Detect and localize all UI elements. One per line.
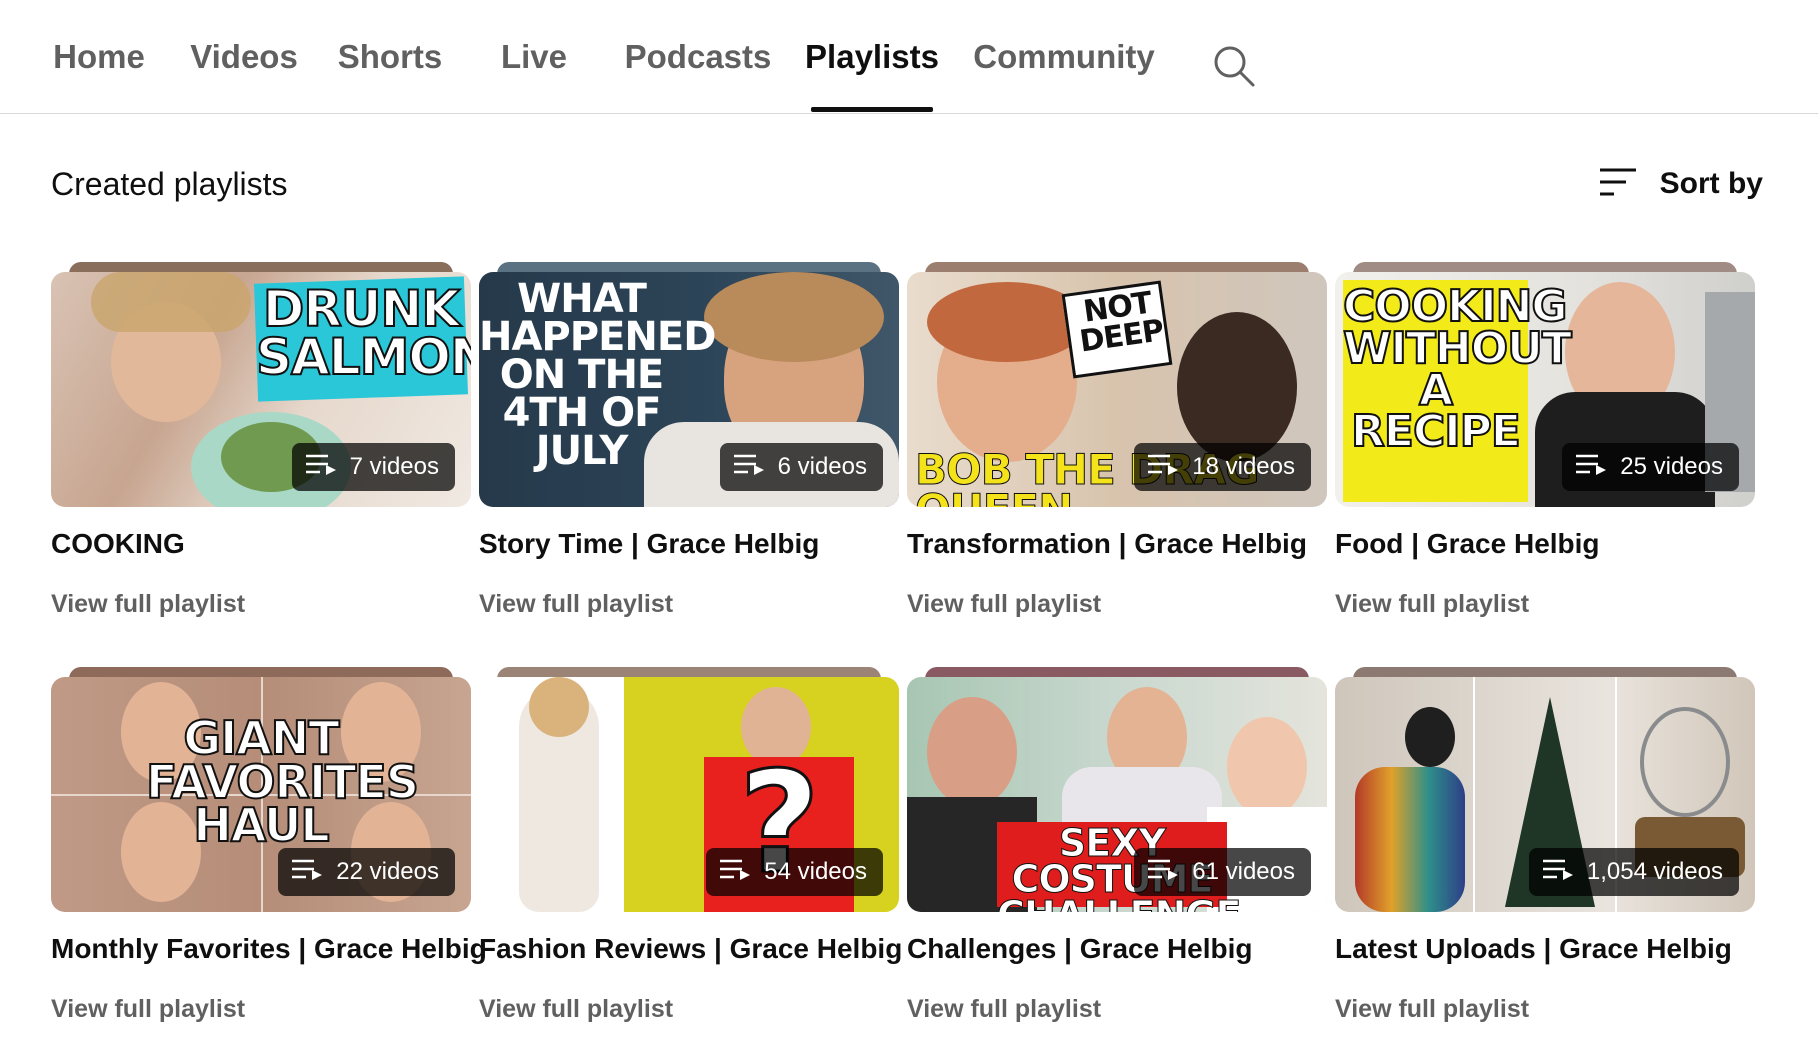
playlist-card: 1,054 videos Latest Uploads | Grace Helb… (1335, 667, 1755, 1047)
video-count-badge: 61 videos (1134, 848, 1311, 896)
tab-label: Live (500, 38, 568, 75)
tab-label: Home (53, 38, 145, 75)
sort-icon (1598, 166, 1638, 203)
playlist-thumbnail[interactable]: GIANT FAVORITES HAUL 22 videos (51, 677, 471, 912)
view-full-playlist-link[interactable]: View full playlist (51, 995, 245, 1024)
playlist-thumbnail[interactable]: NOTDEEP BOB THE DRAG QUEEN 18 videos (907, 272, 1327, 507)
playlist-thumbnail[interactable]: WHAT HAPPENED ON THE 4TH OF JULY 6 videos (479, 272, 899, 507)
view-full-playlist-link[interactable]: View full playlist (907, 995, 1101, 1024)
playlist-icon (733, 453, 768, 482)
tab-community[interactable]: Community (973, 0, 1155, 114)
playlist-thumbnail[interactable]: ? 54 videos (479, 677, 899, 912)
thumbnail-text: DRUNK SALMON (255, 280, 471, 386)
playlist-title[interactable]: Fashion Reviews | Grace Helbig (479, 933, 902, 965)
playlist-thumbnail[interactable]: COOKING WITHOUT A RECIPE 25 videos (1335, 272, 1755, 507)
tab-label: Shorts (337, 38, 443, 75)
playlist-title[interactable]: Challenges | Grace Helbig (907, 933, 1253, 965)
video-count: 54 videos (764, 858, 867, 885)
playlist-title[interactable]: Monthly Favorites | Grace Helbig (51, 933, 487, 965)
video-count: 61 videos (1192, 858, 1295, 885)
section-title: Created playlists (51, 166, 288, 202)
video-count-badge: 18 videos (1134, 443, 1311, 491)
channel-tabs: Home Videos Shorts Live Podcasts Playlis… (0, 0, 1818, 114)
playlist-card: SEXY COSTUMECHALLENGE 61 videos Challeng… (907, 667, 1327, 1047)
video-count: 7 videos (349, 453, 439, 480)
playlist-card: COOKING WITHOUT A RECIPE 25 videos Food | G… (1335, 262, 1755, 642)
playlist-title[interactable]: Latest Uploads | Grace Helbig (1335, 933, 1732, 965)
playlist-icon (1148, 453, 1182, 482)
video-count-badge: 54 videos (706, 848, 883, 896)
view-full-playlist-link[interactable]: View full playlist (51, 590, 245, 619)
view-full-playlist-link[interactable]: View full playlist (479, 995, 673, 1024)
playlist-card: GIANT FAVORITES HAUL 22 videos Monthly Fav… (51, 667, 487, 1047)
tab-videos[interactable]: Videos (190, 0, 298, 114)
video-count-badge: 7 videos (291, 443, 455, 491)
playlist-title[interactable]: Transformation | Grace Helbig (907, 528, 1307, 560)
video-count-badge: 25 videos (1562, 443, 1739, 491)
video-count: 22 videos (336, 858, 439, 885)
playlist-icon (305, 453, 340, 482)
playlist-title[interactable]: Food | Grace Helbig (1335, 528, 1600, 560)
tab-label: Playlists (805, 38, 939, 75)
playlist-title[interactable]: Story Time | Grace Helbig (479, 528, 819, 560)
sort-by-button[interactable]: Sort by (1598, 164, 1763, 204)
tab-playlists[interactable]: Playlists (805, 0, 939, 114)
video-count: 1,054 videos (1586, 858, 1723, 885)
playlist-icon (292, 858, 326, 887)
playlist-icon (1542, 858, 1577, 887)
active-tab-indicator (811, 107, 933, 112)
view-full-playlist-link[interactable]: View full playlist (1335, 995, 1529, 1024)
playlist-card: NOTDEEP BOB THE DRAG QUEEN 18 videos Tra… (907, 262, 1327, 642)
playlist-thumbnail[interactable]: DRUNK SALMON 7 videos (51, 272, 471, 507)
video-count: 18 videos (1192, 453, 1295, 480)
tab-home[interactable]: Home (53, 0, 145, 114)
playlist-icon (1576, 453, 1610, 482)
tab-podcasts[interactable]: Podcasts (625, 0, 772, 114)
thumbnail-text: WHAT HAPPENED ON THE 4TH OF JULY (479, 276, 716, 474)
playlist-thumbnail[interactable]: 1,054 videos (1335, 677, 1755, 912)
tab-live[interactable]: Live (500, 0, 568, 114)
sort-label: Sort by (1659, 167, 1763, 200)
playlist-icon (1148, 858, 1182, 887)
video-count-badge: 1,054 videos (1528, 848, 1739, 896)
thumbnail-text: COOKING WITHOUT A RECIPE (1342, 281, 1573, 458)
playlist-card: WHAT HAPPENED ON THE 4TH OF JULY 6 videos St… (479, 262, 899, 642)
playlist-card: DRUNK SALMON 7 videos COOKING View full p… (51, 262, 471, 642)
video-count-badge: 6 videos (719, 443, 883, 491)
view-full-playlist-link[interactable]: View full playlist (479, 590, 673, 619)
tab-label: Podcasts (624, 38, 772, 75)
playlist-thumbnail[interactable]: SEXY COSTUMECHALLENGE 61 videos (907, 677, 1327, 912)
view-full-playlist-link[interactable]: View full playlist (907, 590, 1101, 619)
thumbnail-text: GIANT FAVORITES HAUL (145, 711, 420, 853)
playlist-card: ? 54 videos Fashion Reviews | Grace Helb… (479, 667, 902, 1047)
tab-label: Videos (190, 38, 298, 75)
video-count-badge: 22 videos (278, 848, 455, 896)
tab-label: Community (973, 38, 1155, 75)
view-full-playlist-link[interactable]: View full playlist (1335, 590, 1529, 619)
playlist-title[interactable]: COOKING (51, 528, 185, 560)
video-count: 25 videos (1620, 453, 1723, 480)
playlist-icon (720, 858, 754, 887)
search-icon[interactable] (1212, 44, 1256, 88)
video-count: 6 videos (777, 453, 867, 480)
tab-shorts[interactable]: Shorts (338, 0, 443, 114)
